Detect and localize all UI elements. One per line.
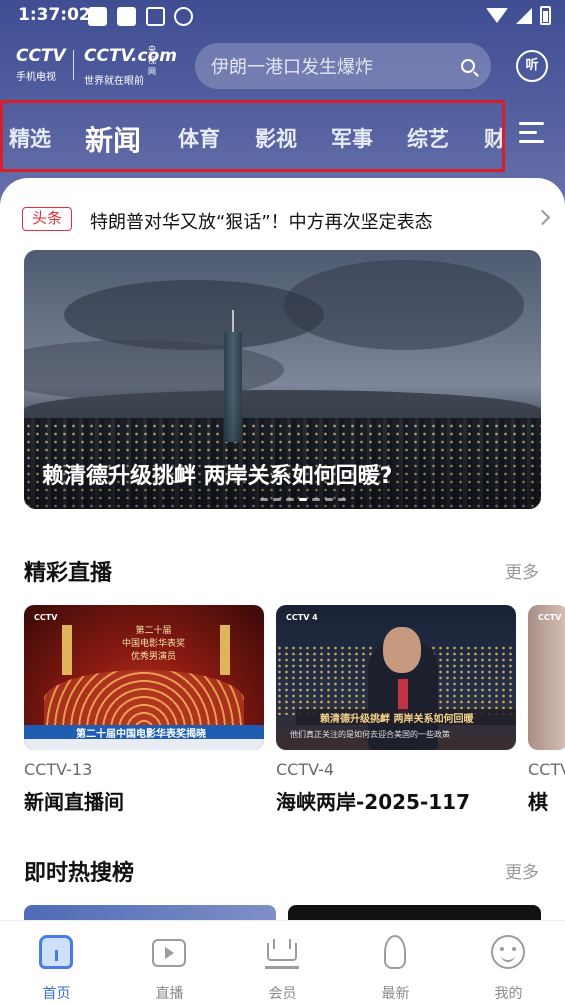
notification-square-icon <box>88 7 107 26</box>
banner-pagination <box>260 498 346 501</box>
hero-banner[interactable]: 赖清德升级挑衅 两岸关系如何回暖? <box>24 250 541 509</box>
live-program-title[interactable]: 海峡两岸-2025-117 <box>276 786 470 815</box>
headline-text[interactable]: 特朗普对华又放“狠话”！中方再次坚定表态 <box>90 208 433 234</box>
live-channel-label: CCTV-4 <box>276 760 335 779</box>
tab-menu-icon[interactable] <box>519 122 544 144</box>
live-overlay-subcaption: 他们真正关注的是如何去迎合美国的一些政策 <box>290 730 450 739</box>
logo-cctv-com: CCTV.com <box>84 46 177 66</box>
banner-cloud <box>284 260 524 350</box>
anchor-face <box>383 627 421 673</box>
cellular-icon <box>516 7 532 24</box>
logo-sub-row: 手机电视 世界就在眼前 <box>16 68 144 87</box>
logo-sub-slogan: 世界就在眼前 <box>84 76 144 87</box>
channel-logo: CCTV <box>34 613 58 622</box>
search-icon[interactable] <box>461 59 475 73</box>
notification-square-icon <box>117 7 136 26</box>
status-bar: 1:37:02 <box>0 0 565 34</box>
live-overlay-caption: 第二十届中国电影华表奖揭晓 <box>76 729 206 740</box>
pagination-dot[interactable] <box>338 498 346 501</box>
status-time: 1:37:02 <box>18 5 91 25</box>
listen-icon[interactable]: 听 <box>516 50 548 82</box>
live-program-title[interactable]: 棋 <box>528 786 548 815</box>
stage-text: 第二十届 中国电影华表奖 优秀男演员 <box>122 625 185 664</box>
live-more-link[interactable]: 更多 <box>505 558 539 583</box>
nav-latest[interactable]: 最新 <box>339 921 452 1004</box>
live-program-title[interactable]: 新闻直播间 <box>24 786 124 815</box>
search-placeholder: 伊朗一港口发生爆炸 <box>211 57 373 78</box>
logo-sub-mobile-tv: 手机电视 <box>16 72 56 83</box>
headline-bar[interactable]: 头条 特朗普对华又放“狠话”！中方再次坚定表态 <box>22 207 552 233</box>
channel-logo: CCTV <box>538 613 562 622</box>
live-tv-icon <box>152 939 186 967</box>
pagination-dot[interactable] <box>273 498 281 501</box>
nav-mine-label: 我的 <box>494 986 523 1002</box>
chevron-right-icon[interactable] <box>534 209 551 226</box>
tab-military[interactable]: 军事 <box>331 123 373 153</box>
nav-member-label: 会员 <box>268 986 297 1002</box>
nav-member[interactable]: 会员 <box>226 921 339 1004</box>
banner-cloud <box>64 280 324 350</box>
live-overlay-caption: 赖清德升级挑衅 两岸关系如何回暖 <box>320 714 474 725</box>
live-thumbnail-cctv4[interactable]: CCTV 4 赖清德升级挑衅 两岸关系如何回暖 他们真正关注的是如何去迎合美国的… <box>276 605 516 750</box>
tab-film-tv[interactable]: 影视 <box>255 123 297 153</box>
nav-live-label: 直播 <box>155 986 184 1002</box>
pagination-dot[interactable] <box>325 498 333 501</box>
logo-divider <box>73 50 74 80</box>
accessibility-icon <box>146 7 165 26</box>
nav-live[interactable]: 直播 <box>113 921 226 1004</box>
trophy-shape <box>220 625 230 675</box>
search-bar[interactable]: 伊朗一港口发生爆炸 <box>195 43 491 89</box>
pagination-dot[interactable] <box>312 498 320 501</box>
nav-latest-label: 最新 <box>381 986 410 1002</box>
pagination-dot-active[interactable] <box>299 498 307 501</box>
stage-title: 第二十届 中国电影华表奖 优秀男演员 <box>122 626 186 662</box>
live-thumbnail-partial[interactable]: CCTV <box>528 605 565 750</box>
bottom-navigation: 首页 直播 会员 最新 我的 <box>0 920 565 1004</box>
tab-featured[interactable]: 精选 <box>9 123 51 153</box>
battery-icon <box>540 6 551 25</box>
home-icon <box>39 935 73 969</box>
live-thumbnail-cctv13[interactable]: CCTV 第二十届 中国电影华表奖 优秀男演员 第二十届中国电影华表奖揭晓 <box>24 605 264 750</box>
rocket-icon <box>384 935 406 969</box>
cctv-logo[interactable]: CCTV CCTV.com 央视网 手机电视 世界就在眼前 <box>16 45 177 87</box>
tab-news[interactable]: 新闻 <box>85 119 141 159</box>
nav-home-label: 首页 <box>42 986 71 1002</box>
hot-more-link[interactable]: 更多 <box>505 858 539 883</box>
nav-mine[interactable]: 我的 <box>452 921 565 1004</box>
logo-cctv-com-tag: 央视网 <box>148 45 156 76</box>
hot-section-title: 即时热搜榜 <box>24 861 135 886</box>
live-channel-label: CCTV-13 <box>24 760 93 779</box>
logo-text-row: CCTV CCTV.com 央视网 <box>16 45 177 76</box>
tab-variety[interactable]: 综艺 <box>407 123 449 153</box>
logo-cctv: CCTV <box>16 46 66 66</box>
channel-tabs: 精选 新闻 体育 影视 军事 综艺 财 <box>0 100 505 172</box>
live-section-title: 精彩直播 <box>24 561 113 586</box>
status-right-icons <box>486 6 551 25</box>
nav-home[interactable]: 首页 <box>0 921 113 1004</box>
pagination-dot[interactable] <box>260 498 268 501</box>
profile-face-icon <box>491 935 525 969</box>
tab-sports[interactable]: 体育 <box>178 123 220 153</box>
news-ticker-sub <box>24 739 264 750</box>
wifi-icon <box>486 8 508 23</box>
headline-badge: 头条 <box>22 207 72 231</box>
sync-icon <box>174 7 193 26</box>
banner-shade <box>24 399 541 509</box>
stage-backdrop <box>44 670 244 730</box>
trophy-shape <box>62 625 72 675</box>
channel-logo: CCTV 4 <box>286 613 318 622</box>
banner-caption[interactable]: 赖清德升级挑衅 两岸关系如何回暖? <box>42 458 392 490</box>
live-channel-label: CCTV <box>528 760 565 779</box>
tab-finance[interactable]: 财 <box>484 123 502 153</box>
crown-icon <box>265 935 299 969</box>
pagination-dot[interactable] <box>286 498 294 501</box>
